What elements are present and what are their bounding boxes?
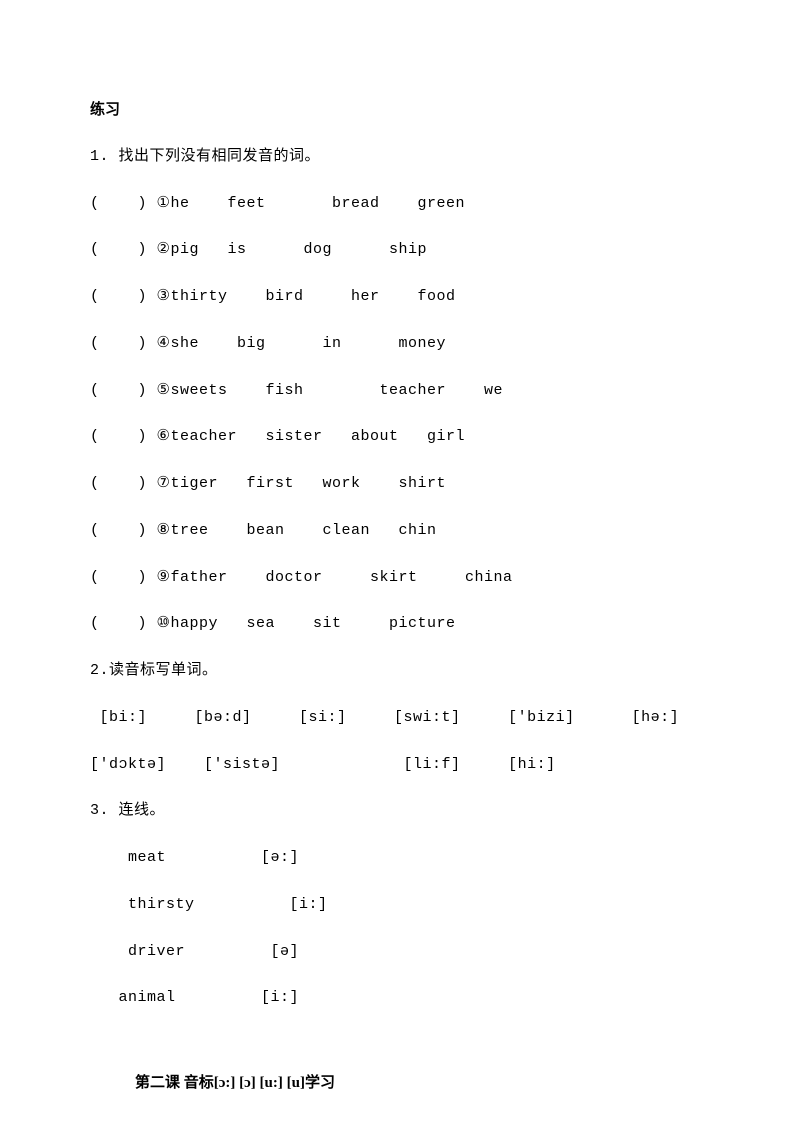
page-title: 练习 [90, 98, 704, 123]
q1-item: ( ) ⑩happy sea sit picture [90, 612, 704, 637]
q2-heading: 2.读音标写单词。 [90, 659, 704, 684]
q1-item: ( ) ⑥teacher sister about girl [90, 425, 704, 450]
q1-item: ( ) ③thirty bird her food [90, 285, 704, 310]
q2-line: ['dɔktə] ['sistə] [li:f] [hi:] [90, 753, 704, 778]
q1-item: ( ) ⑦tiger first work shirt [90, 472, 704, 497]
q1-item: ( ) ④she big in money [90, 332, 704, 357]
q1-item: ( ) ⑨father doctor skirt china [90, 566, 704, 591]
q3-line: meat [ə:] [90, 846, 704, 871]
lesson-title: 第二课 音标[ɔ:] [ɔ] [u:] [u]学习 [135, 1071, 704, 1096]
q3-line: thirsty [i:] [90, 893, 704, 918]
q3-heading: 3. 连线。 [90, 799, 704, 824]
q1-heading: 1. 找出下列没有相同发音的词。 [90, 145, 704, 170]
question-1: 1. 找出下列没有相同发音的词。 ( ) ①he feet bread gree… [90, 145, 704, 637]
q1-item: ( ) ⑧tree bean clean chin [90, 519, 704, 544]
q2-line: [bi:] [bə:d] [si:] [swi:t] ['bizi] [hə:] [90, 706, 704, 731]
q3-line: driver [ə] [90, 940, 704, 965]
q1-item: ( ) ①he feet bread green [90, 192, 704, 217]
q1-item: ( ) ⑤sweets fish teacher we [90, 379, 704, 404]
q1-item: ( ) ②pig is dog ship [90, 238, 704, 263]
question-2: 2.读音标写单词。 [bi:] [bə:d] [si:] [swi:t] ['b… [90, 659, 704, 777]
question-3: 3. 连线。 meat [ə:] thirsty [i:] driver [ə]… [90, 799, 704, 1011]
q3-line: animal [i:] [90, 986, 704, 1011]
